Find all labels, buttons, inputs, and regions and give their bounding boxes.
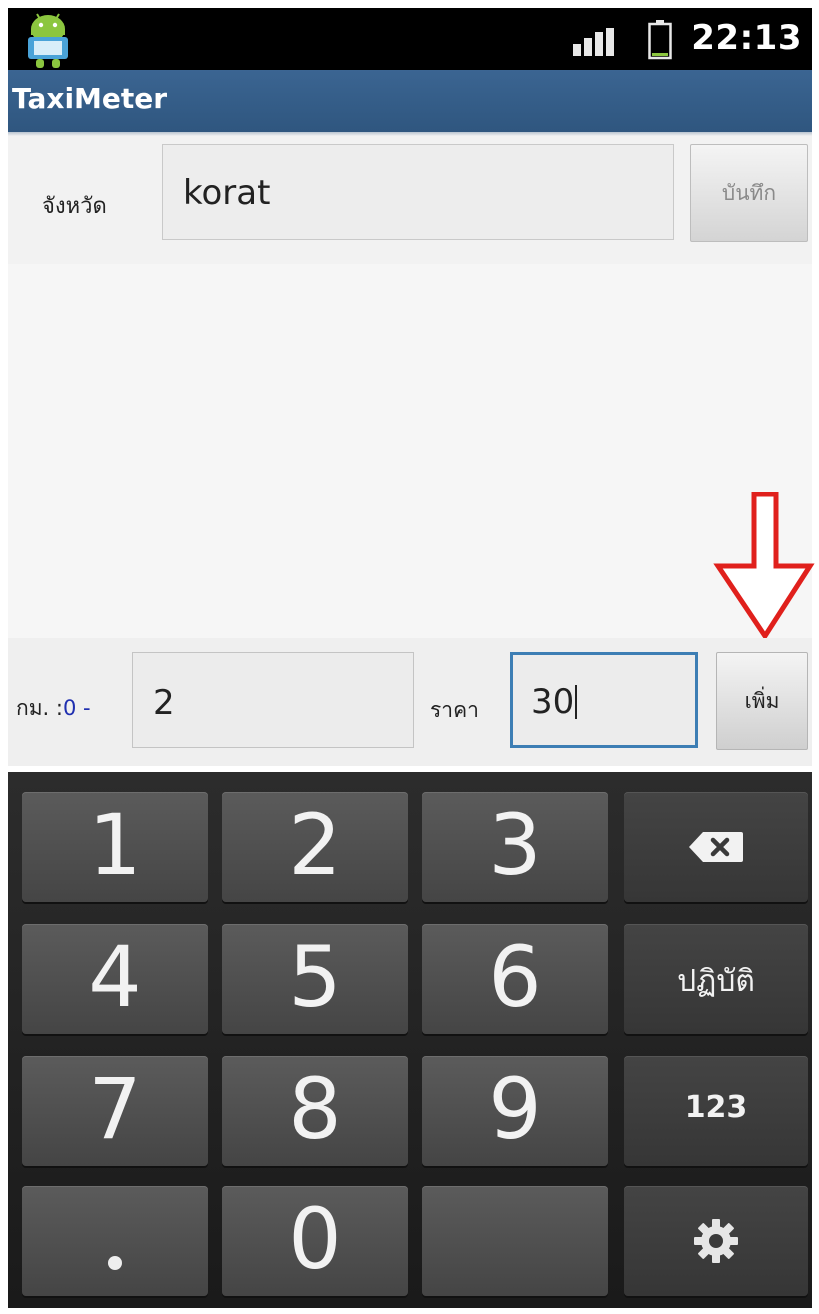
km-label-text: กม. :: [16, 696, 63, 720]
province-row: จังหวัด korat บันทึก: [8, 136, 812, 264]
key-8-label: 8: [288, 1060, 342, 1158]
key-6[interactable]: 6: [422, 924, 608, 1034]
app-title: TaxiMeter: [12, 82, 168, 115]
key-7[interactable]: 7: [22, 1056, 208, 1166]
price-input-value: 30: [531, 682, 575, 722]
text-cursor: [575, 685, 578, 719]
key-dot[interactable]: [22, 1186, 208, 1296]
km-input[interactable]: 2: [132, 652, 414, 748]
key-1-label: 1: [88, 796, 142, 894]
key-0[interactable]: 0: [222, 1186, 408, 1296]
android-notification-icon: [28, 13, 68, 68]
key-action-label: ปฏิบัติ: [677, 964, 755, 999]
key-4-label: 4: [88, 928, 142, 1026]
fare-list: [8, 264, 812, 638]
signal-icon: [573, 28, 614, 56]
key-2-label: 2: [288, 796, 342, 894]
key-2[interactable]: 2: [222, 792, 408, 902]
province-input[interactable]: korat: [162, 144, 674, 240]
key-mode-label: 123: [684, 1090, 748, 1125]
key-action[interactable]: ปฏิบัติ: [624, 924, 808, 1034]
key-6-label: 6: [488, 928, 542, 1026]
key-7-label: 7: [88, 1060, 142, 1158]
key-3[interactable]: 3: [422, 792, 608, 902]
key-4[interactable]: 4: [22, 924, 208, 1034]
dot-glyph: [108, 1256, 122, 1270]
screen: 22:13 TaxiMeter จังหวัด korat บันทึก กม.…: [0, 0, 819, 1314]
province-label: จังหวัด: [42, 194, 107, 219]
key-9-label: 9: [488, 1060, 542, 1158]
price-input[interactable]: 30: [510, 652, 698, 748]
gear-icon: [694, 1219, 738, 1263]
km-range-text: 0 -: [62, 696, 91, 720]
add-button[interactable]: เพิ่ม: [716, 652, 808, 750]
key-blank[interactable]: [422, 1186, 608, 1296]
key-3-label: 3: [488, 796, 542, 894]
status-time: 22:13: [691, 18, 802, 58]
key-1[interactable]: 1: [22, 792, 208, 902]
save-button[interactable]: บันทึก: [690, 144, 808, 242]
key-9[interactable]: 9: [422, 1056, 608, 1166]
key-backspace[interactable]: [624, 792, 808, 902]
backspace-icon: [689, 832, 743, 862]
km-label: กม. :0 -: [16, 692, 91, 725]
key-0-label: 0: [288, 1190, 342, 1288]
key-mode-123[interactable]: 123: [624, 1056, 808, 1166]
key-5[interactable]: 5: [222, 924, 408, 1034]
numeric-keyboard: 1 2 3 4 5 6 ปฏิบัติ 7 8 9 123 0: [8, 772, 812, 1308]
down-arrow-annotation-icon: [713, 492, 815, 640]
key-settings[interactable]: [624, 1186, 808, 1296]
status-bar: 22:13: [8, 8, 812, 70]
add-fare-row: กม. :0 - 2 ราคา 30 เพิ่ม: [8, 638, 812, 766]
price-label: ราคา: [430, 698, 479, 722]
key-5-label: 5: [288, 928, 342, 1026]
key-8[interactable]: 8: [222, 1056, 408, 1166]
app-title-bar: TaxiMeter: [8, 70, 812, 132]
battery-icon: [648, 20, 672, 60]
